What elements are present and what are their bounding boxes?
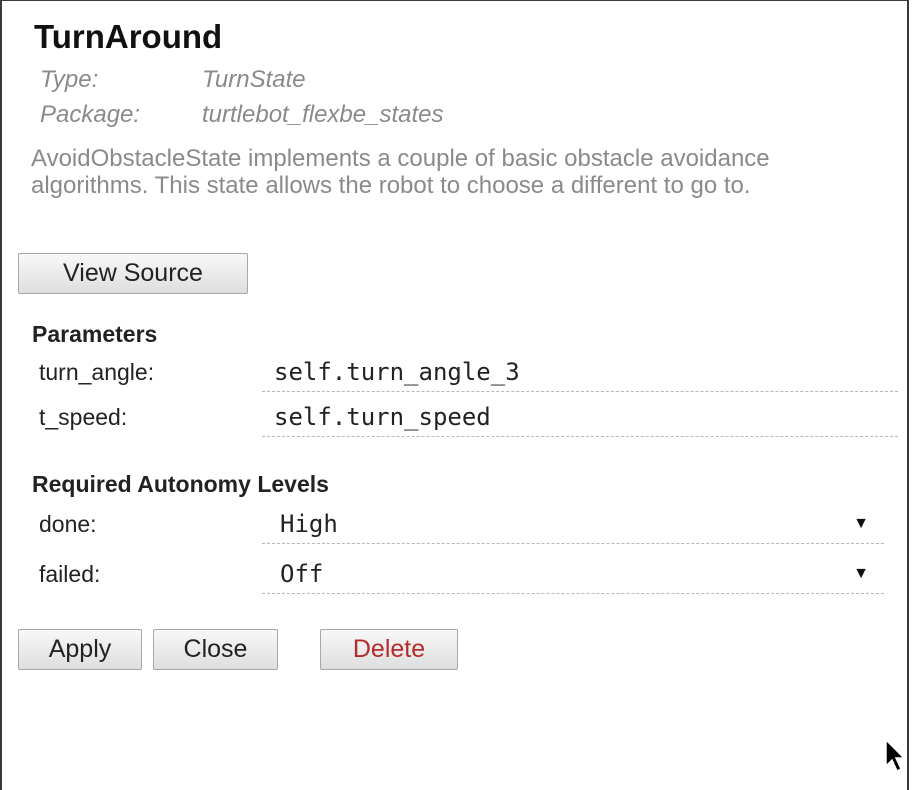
- param-label-t-speed: t_speed:: [39, 404, 128, 430]
- autonomy-select-done[interactable]: High ▼: [262, 504, 884, 544]
- package-value: turtlebot_flexbe_states: [202, 101, 444, 128]
- apply-button[interactable]: Apply: [18, 629, 142, 670]
- mouse-pointer-icon: [885, 739, 906, 773]
- chevron-down-icon: ▼: [853, 515, 869, 532]
- parameters-heading: Parameters: [32, 321, 158, 347]
- param-input-t-speed[interactable]: [262, 397, 898, 437]
- state-description: AvoidObstacleState implements a couple o…: [31, 145, 770, 199]
- chevron-down-icon: ▼: [853, 565, 869, 582]
- state-title: TurnAround: [34, 18, 223, 55]
- delete-button[interactable]: Delete: [320, 629, 458, 670]
- autonomy-select-failed-value: Off: [280, 560, 324, 588]
- param-label-turn-angle: turn_angle:: [39, 359, 155, 385]
- type-label: Type:: [40, 66, 99, 93]
- state-properties-panel: TurnAround Type: TurnState Package: turt…: [0, 0, 909, 790]
- autonomy-select-failed[interactable]: Off ▼: [262, 554, 884, 594]
- type-value: TurnState: [202, 66, 306, 93]
- view-source-button[interactable]: View Source: [18, 253, 248, 294]
- autonomy-label-failed: failed:: [39, 561, 101, 587]
- autonomy-select-done-value: High: [280, 510, 338, 538]
- package-label: Package:: [40, 101, 141, 128]
- param-input-turn-angle[interactable]: [262, 352, 898, 392]
- close-button[interactable]: Close: [153, 629, 278, 670]
- autonomy-label-done: done:: [39, 511, 97, 537]
- autonomy-heading: Required Autonomy Levels: [32, 471, 329, 497]
